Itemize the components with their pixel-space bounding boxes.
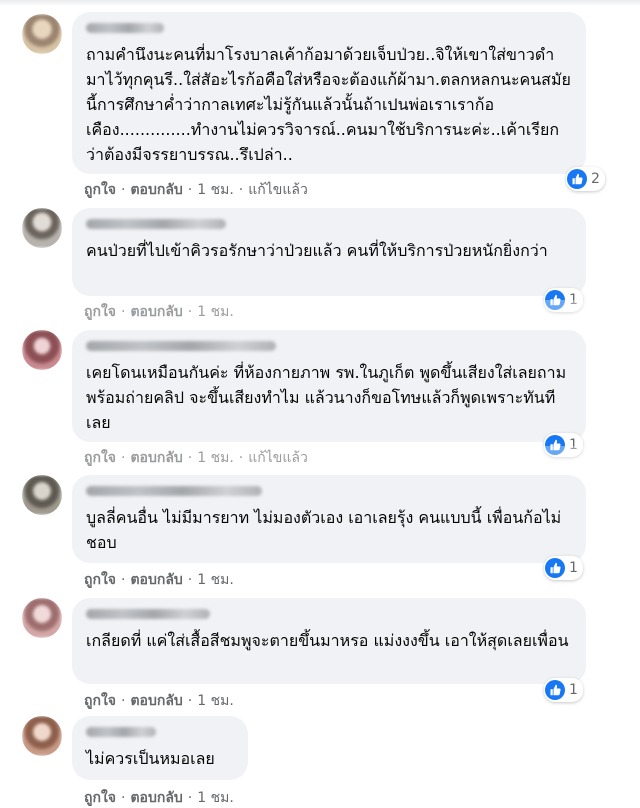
reaction-count: 1 (569, 560, 578, 576)
timestamp[interactable]: 1 ชม. (197, 691, 234, 711)
reply-link[interactable]: ตอบกลับ (130, 302, 182, 322)
comment-actions: ถูกใจ · ตอบกลับ · 1 ชม. · แก้ไขแล้ว (84, 448, 308, 468)
thumbs-up-icon (545, 435, 565, 455)
like-link[interactable]: ถูกใจ (84, 691, 116, 711)
comment-text: บูลลี่คนอื่น ไม่มีมารยาท ไม่มองตัวเอง เอ… (86, 508, 562, 552)
thumbs-up-icon (567, 169, 587, 189)
avatar[interactable] (22, 716, 62, 756)
comment-bubble: ไม่ควรเป็นหมอเลย (72, 716, 248, 780)
like-link[interactable]: ถูกใจ (84, 302, 116, 322)
reaction-summary[interactable]: 1 (544, 288, 583, 312)
reaction-count: 2 (591, 171, 600, 187)
like-link[interactable]: ถูกใจ (84, 570, 116, 590)
comment-bubble: เกลียดที่ แค่ใส่เสื้อสีชมพูจะตายขึ้นมาหร… (72, 598, 586, 684)
reply-link[interactable]: ตอบกลับ (130, 448, 182, 468)
commenter-name[interactable] (86, 727, 156, 737)
like-link[interactable]: ถูกใจ (84, 180, 116, 200)
timestamp[interactable]: 1 ชม. (197, 180, 234, 200)
thumbs-up-icon (545, 680, 565, 700)
comment-bubble: บูลลี่คนอื่น ไม่มีมารยาท ไม่มองตัวเอง เอ… (72, 475, 586, 563)
reply-link[interactable]: ตอบกลับ (130, 570, 182, 590)
comment-actions: ถูกใจ · ตอบกลับ · 1 ชม. (84, 570, 234, 590)
avatar[interactable] (22, 475, 62, 515)
reaction-summary[interactable]: 1 (544, 433, 583, 457)
timestamp[interactable]: 1 ชม. (197, 570, 234, 590)
comment-text: เคยโดนเหมือนกันค่ะ ที่ห้องกายภาพ รพ.ในภู… (86, 363, 567, 432)
thumbs-up-icon (545, 290, 565, 310)
reaction-count: 1 (569, 682, 578, 698)
commenter-name[interactable] (86, 341, 276, 351)
reaction-count: 1 (569, 292, 578, 308)
comment-actions: ถูกใจ · ตอบกลับ · 1 ชม. (84, 302, 234, 322)
thumbs-up-icon (545, 558, 565, 578)
comment-bubble: ถามคำนึงนะคนที่มาโรงบาลเค้าก้อมาด้วยเจ็บ… (72, 12, 586, 174)
reaction-summary[interactable]: 2 (566, 167, 605, 191)
edited-label: แก้ไขแล้ว (248, 182, 308, 198)
avatar[interactable] (22, 330, 62, 370)
commenter-name[interactable] (86, 23, 164, 33)
comment-bubble: เคยโดนเหมือนกันค่ะ ที่ห้องกายภาพ รพ.ในภู… (72, 330, 586, 442)
commenter-name[interactable] (86, 486, 262, 496)
edited-label: แก้ไขแล้ว (248, 450, 308, 466)
comment-actions: ถูกใจ · ตอบกลับ · 1 ชม. (84, 788, 234, 808)
reaction-count: 1 (569, 437, 578, 453)
reply-link[interactable]: ตอบกลับ (130, 691, 182, 711)
reply-link[interactable]: ตอบกลับ (130, 180, 182, 200)
timestamp[interactable]: 1 ชม. (197, 448, 234, 468)
reply-link[interactable]: ตอบกลับ (130, 788, 182, 808)
comment-text: คนป่วยที่ไปเข้าคิวรอรักษาว่าป่วยแล้ว คนท… (86, 241, 548, 260)
top-divider (0, 0, 640, 6)
like-link[interactable]: ถูกใจ (84, 448, 116, 468)
comment-actions: ถูกใจ · ตอบกลับ · 1 ชม. · แก้ไขแล้ว (84, 180, 308, 200)
avatar[interactable] (22, 598, 62, 638)
comment-text: เกลียดที่ แค่ใส่เสื้อสีชมพูจะตายขึ้นมาหร… (86, 631, 569, 650)
timestamp[interactable]: 1 ชม. (197, 788, 234, 808)
like-link[interactable]: ถูกใจ (84, 788, 116, 808)
comment-text: ถามคำนึงนะคนที่มาโรงบาลเค้าก้อมาด้วยเจ็บ… (86, 45, 571, 164)
commenter-name[interactable] (86, 219, 226, 229)
comment-actions: ถูกใจ · ตอบกลับ · 1 ชม. (84, 691, 234, 711)
comment-text: ไม่ควรเป็นหมอเลย (86, 749, 215, 768)
avatar[interactable] (22, 208, 62, 248)
avatar[interactable] (22, 14, 62, 54)
comment-bubble: คนป่วยที่ไปเข้าคิวรอรักษาว่าป่วยแล้ว คนท… (72, 208, 586, 296)
commenter-name[interactable] (86, 609, 210, 619)
timestamp[interactable]: 1 ชม. (197, 302, 234, 322)
reaction-summary[interactable]: 1 (544, 556, 583, 580)
reaction-summary[interactable]: 1 (544, 678, 583, 702)
